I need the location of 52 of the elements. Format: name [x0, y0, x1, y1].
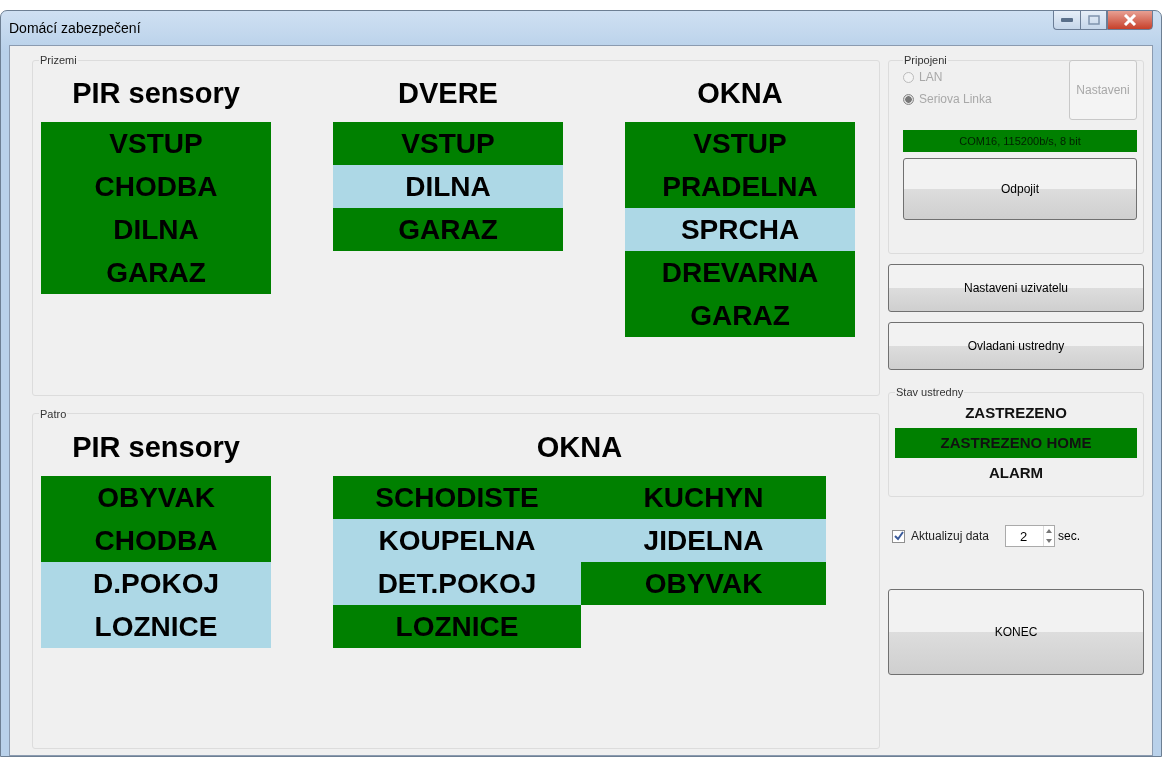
sensor-indicator: LOZNICE — [41, 604, 271, 648]
minimize-button[interactable] — [1053, 10, 1080, 30]
disconnect-button[interactable]: Odpojit — [903, 158, 1137, 220]
action-button[interactable]: Nastaveni uzivatelu — [888, 264, 1144, 312]
sensor-indicator: SPRCHA — [625, 208, 855, 251]
sensor-indicator: KOUPELNA — [333, 518, 581, 562]
state-indicator: ZASTREZENO HOME — [895, 428, 1137, 458]
connection-status: COM16, 115200b/s, 8 bit — [903, 130, 1137, 152]
window-title: Domácí zabezpečení — [9, 20, 141, 36]
sensor-indicator: DILNA — [41, 208, 271, 251]
group-title: Patro — [39, 407, 68, 420]
exit-button[interactable]: KONEC — [888, 589, 1144, 675]
group-title: Prizemi — [39, 54, 78, 66]
maximize-button[interactable] — [1080, 10, 1107, 30]
sensor-indicator: VSTUP — [333, 122, 563, 165]
sensor-indicator: VSTUP — [41, 122, 271, 165]
minimize-icon — [1061, 17, 1073, 23]
sensor-indicator: OBYVAK — [41, 475, 271, 519]
state-indicator: ALARM — [987, 463, 1045, 483]
spinner-icon[interactable] — [1043, 526, 1055, 546]
column-heading: OKNA — [536, 429, 623, 465]
close-icon — [1123, 14, 1137, 26]
group-title: Stav ustredny — [895, 386, 965, 398]
sensor-indicator: CHODBA — [41, 165, 271, 208]
column-heading: PIR sensory — [72, 429, 240, 465]
group-title: Pripojeni — [903, 54, 948, 66]
sensor-indicator: VSTUP — [625, 122, 855, 165]
sensor-indicator: CHODBA — [41, 518, 271, 562]
sensor-indicator: KUCHYN — [581, 475, 826, 519]
sensor-indicator: PRADELNA — [625, 165, 855, 208]
sensor-indicator: GARAZ — [333, 208, 563, 251]
close-button[interactable] — [1107, 10, 1153, 30]
column-heading: OKNA — [697, 76, 783, 111]
checkbox-label: Aktualizuj data — [911, 529, 990, 543]
sensor-indicator: JIDELNA — [581, 518, 826, 562]
column-heading: DVERE — [398, 76, 498, 111]
sensor-indicator: LOZNICE — [333, 604, 581, 648]
sensor-indicator: DILNA — [333, 165, 563, 208]
sensor-indicator: SCHODISTE — [333, 475, 581, 519]
action-button[interactable]: Ovladani ustredny — [888, 322, 1144, 370]
sensor-indicator: DET.POKOJ — [333, 561, 581, 605]
state-indicator: ZASTREZENO — [964, 403, 1068, 423]
sensor-indicator: GARAZ — [625, 294, 855, 337]
maximize-icon — [1087, 15, 1100, 25]
number-field[interactable]: 2 — [1005, 525, 1056, 547]
sensor-indicator: OBYVAK — [581, 561, 826, 605]
sensor-indicator: DREVARNA — [625, 251, 855, 294]
checkbox[interactable] — [892, 529, 905, 543]
unit-label: sec. — [1058, 529, 1081, 543]
sensor-indicator: GARAZ — [41, 251, 271, 294]
sensor-indicator: D.POKOJ — [41, 561, 271, 605]
column-heading: PIR sensory — [72, 76, 240, 111]
